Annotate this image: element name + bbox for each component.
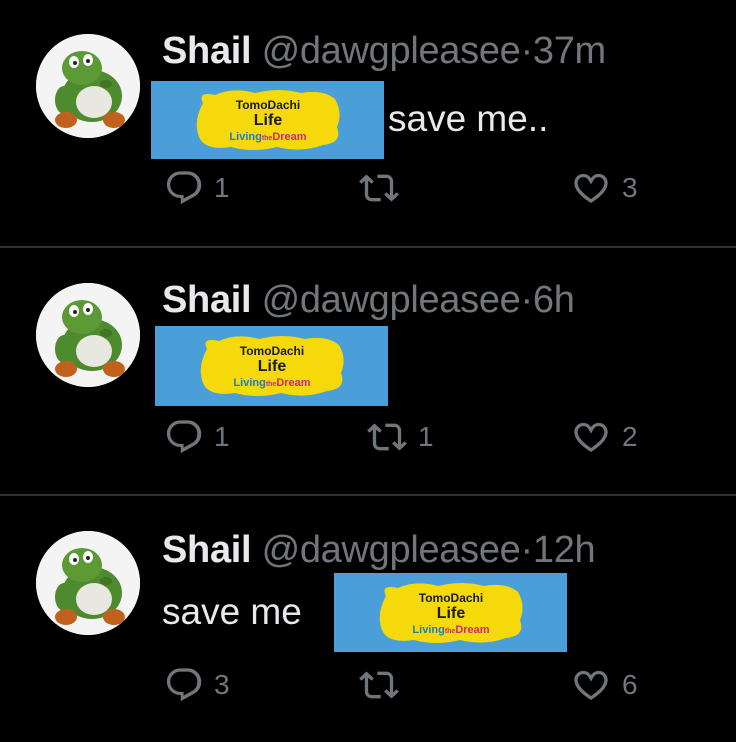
logo-sticker: TomoDachi Life LivingtheDream xyxy=(151,81,384,159)
like-button[interactable]: 3 xyxy=(570,168,638,208)
like-count: 2 xyxy=(622,421,638,452)
retweet-icon xyxy=(358,168,400,208)
tweet-text: save me xyxy=(162,591,302,632)
retweet-count: 1 xyxy=(418,421,434,452)
reply-count: 1 xyxy=(214,172,230,203)
tomodachi-logo: TomoDachi Life LivingtheDream xyxy=(379,582,523,643)
logo-line2: Life xyxy=(257,358,286,375)
retweet-button[interactable] xyxy=(358,168,410,208)
avatar-image xyxy=(36,531,140,635)
avatar[interactable] xyxy=(36,531,140,635)
user-handle[interactable]: @dawgpleasee xyxy=(262,279,521,321)
logo-sticker: TomoDachi Life LivingtheDream xyxy=(334,573,567,652)
avatar-image xyxy=(36,34,140,138)
logo-line3a: Living xyxy=(412,624,444,636)
reply-icon xyxy=(164,417,204,457)
user-handle[interactable]: @dawgpleasee xyxy=(262,529,521,571)
reply-icon xyxy=(164,168,204,208)
like-icon xyxy=(570,168,612,208)
logo-line2: Life xyxy=(436,605,465,622)
logo-line3c: Dream xyxy=(272,131,306,143)
retweet-button[interactable] xyxy=(358,665,410,705)
like-button[interactable]: 2 xyxy=(570,417,638,457)
like-icon xyxy=(570,665,612,705)
avatar[interactable] xyxy=(36,283,140,387)
reply-button[interactable]: 3 xyxy=(164,665,230,705)
logo-line3b: the xyxy=(261,135,272,142)
logo-line3a: Living xyxy=(229,131,261,143)
logo-line1: TomoDachi xyxy=(418,591,482,605)
like-count: 6 xyxy=(622,669,638,700)
reply-button[interactable]: 1 xyxy=(164,168,230,208)
timestamp[interactable]: 12h xyxy=(533,529,596,571)
tweet-header: Shail @dawgpleasee·6h xyxy=(162,279,575,322)
reply-count: 1 xyxy=(214,421,230,452)
like-count: 3 xyxy=(622,172,638,203)
reply-button[interactable]: 1 xyxy=(164,417,230,457)
tweet-header: Shail @dawgpleasee·37m xyxy=(162,30,606,73)
display-name[interactable]: Shail xyxy=(162,529,252,571)
logo-line2: Life xyxy=(253,112,282,129)
reply-icon xyxy=(164,665,204,705)
retweet-button[interactable]: 1 xyxy=(366,417,434,457)
tweet-2[interactable]: Shail @dawgpleasee·6h TomoDachi Life Liv… xyxy=(0,247,736,495)
logo-line3a: Living xyxy=(233,377,265,389)
timestamp[interactable]: 37m xyxy=(533,30,606,72)
separator: · xyxy=(520,30,534,72)
logo-line1: TomoDachi xyxy=(239,344,303,358)
reply-count: 3 xyxy=(214,669,230,700)
logo-line3b: the xyxy=(265,381,276,388)
tweet-header: Shail @dawgpleasee·12h xyxy=(162,529,596,572)
logo-sticker: TomoDachi Life LivingtheDream xyxy=(155,326,388,406)
tweet-1[interactable]: Shail @dawgpleasee·37m TomoDachi Life Li… xyxy=(0,0,736,247)
tweet-3[interactable]: Shail @dawgpleasee·12h save me TomoDachi… xyxy=(0,495,736,742)
logo-line1: TomoDachi xyxy=(235,98,299,112)
retweet-icon xyxy=(358,665,400,705)
logo-line3c: Dream xyxy=(455,624,489,636)
timestamp[interactable]: 6h xyxy=(533,279,575,321)
display-name[interactable]: Shail xyxy=(162,30,252,72)
separator: · xyxy=(520,279,534,321)
avatar-image xyxy=(36,283,140,387)
tweet-text: save me.. xyxy=(388,98,549,139)
logo-line3b: the xyxy=(444,628,455,635)
avatar[interactable] xyxy=(36,34,140,138)
like-button[interactable]: 6 xyxy=(570,665,638,705)
logo-line3c: Dream xyxy=(276,377,310,389)
tomodachi-logo: TomoDachi Life LivingtheDream xyxy=(200,336,344,396)
separator: · xyxy=(520,529,534,571)
display-name[interactable]: Shail xyxy=(162,279,252,321)
like-icon xyxy=(570,417,612,457)
tomodachi-logo: TomoDachi Life LivingtheDream xyxy=(196,90,340,150)
retweet-icon xyxy=(366,417,408,457)
user-handle[interactable]: @dawgpleasee xyxy=(262,30,521,72)
